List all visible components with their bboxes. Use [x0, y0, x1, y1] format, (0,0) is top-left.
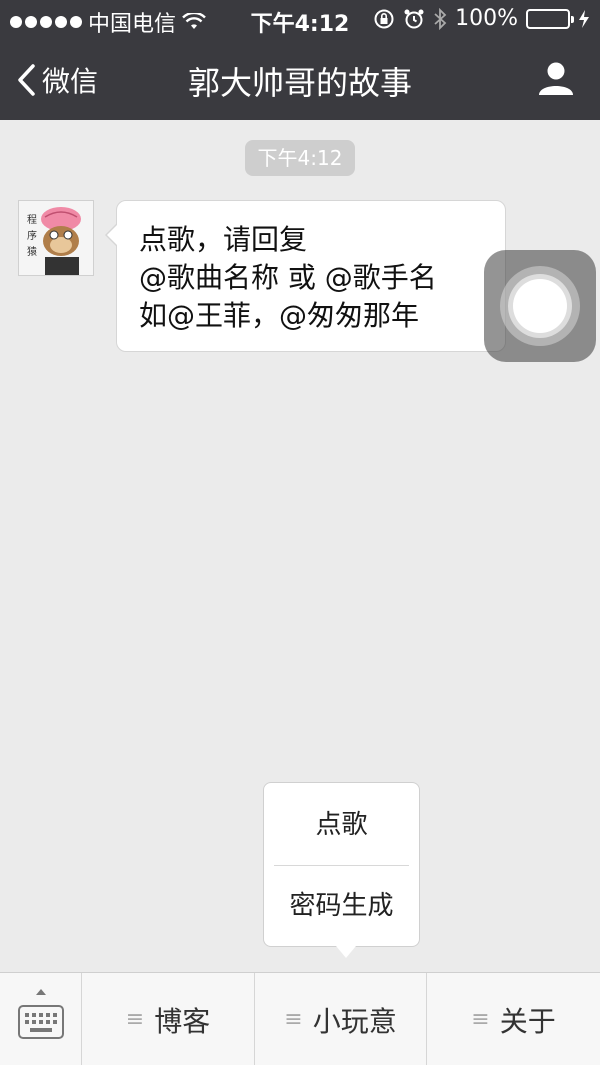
- message-line: 点歌，请回复: [139, 223, 308, 256]
- caret-up-icon: [36, 989, 46, 995]
- keyboard-icon: [18, 1005, 64, 1039]
- svg-text:猿: 猿: [27, 245, 37, 258]
- status-bar: 中国电信 下午4:12 100%: [0, 0, 600, 38]
- rotation-lock-icon: [374, 9, 394, 28]
- message-timestamp: 下午4:12: [245, 140, 355, 176]
- alarm-icon: [404, 9, 424, 28]
- menu-lines-icon: ≡: [125, 1007, 145, 1032]
- battery-icon: [526, 8, 574, 29]
- menu-item-blog[interactable]: ≡ 博客: [82, 973, 255, 1065]
- submenu-item-password-generator[interactable]: 密码生成: [264, 866, 419, 946]
- monkey-avatar-icon: 程 序 猿: [19, 201, 93, 275]
- assistive-touch-core: [513, 279, 567, 333]
- bluetooth-icon: [434, 7, 447, 30]
- message-line: 如@王菲，@匆匆那年: [139, 299, 420, 332]
- message-bubble[interactable]: 点歌，请回复 @歌曲名称 或 @歌手名 如@王菲，@匆匆那年: [105, 200, 506, 352]
- menu-lines-icon: ≡: [471, 1007, 490, 1032]
- menu-item-label: 关于: [499, 1004, 556, 1038]
- status-right: 100%: [373, 6, 590, 31]
- assistive-touch-button[interactable]: [484, 250, 596, 362]
- battery-percent: 100%: [455, 6, 518, 31]
- message-line: @歌曲名称 或 @歌手名: [139, 261, 437, 294]
- keyboard-toggle-button[interactable]: [0, 973, 82, 1065]
- submenu-popup: 点歌 密码生成: [263, 782, 420, 958]
- menu-item-label: 博客: [154, 1004, 211, 1038]
- top-bar: 中国电信 下午4:12 100% 微信 郭大帅哥的故事: [0, 0, 600, 120]
- svg-text:序: 序: [27, 229, 37, 242]
- person-icon[interactable]: [536, 58, 576, 98]
- svg-text:程: 程: [27, 214, 37, 226]
- page-title: 郭大帅哥的故事: [187, 64, 412, 102]
- avatar[interactable]: 程 序 猿: [18, 200, 94, 276]
- menu-lines-icon: ≡: [284, 1007, 303, 1032]
- menu-item-label: 小玩意: [312, 1004, 397, 1038]
- charging-bolt-icon: [579, 9, 589, 28]
- menu-item-gadgets[interactable]: ≡ 小玩意: [255, 973, 427, 1065]
- menu-item-about[interactable]: ≡ 关于: [427, 973, 600, 1065]
- nav-bar: 微信 郭大帅哥的故事: [0, 40, 600, 120]
- submenu-item-song-request[interactable]: 点歌: [264, 785, 419, 865]
- bottom-menu-bar: ≡ 博客 ≡ 小玩意 ≡ 关于: [0, 972, 600, 1065]
